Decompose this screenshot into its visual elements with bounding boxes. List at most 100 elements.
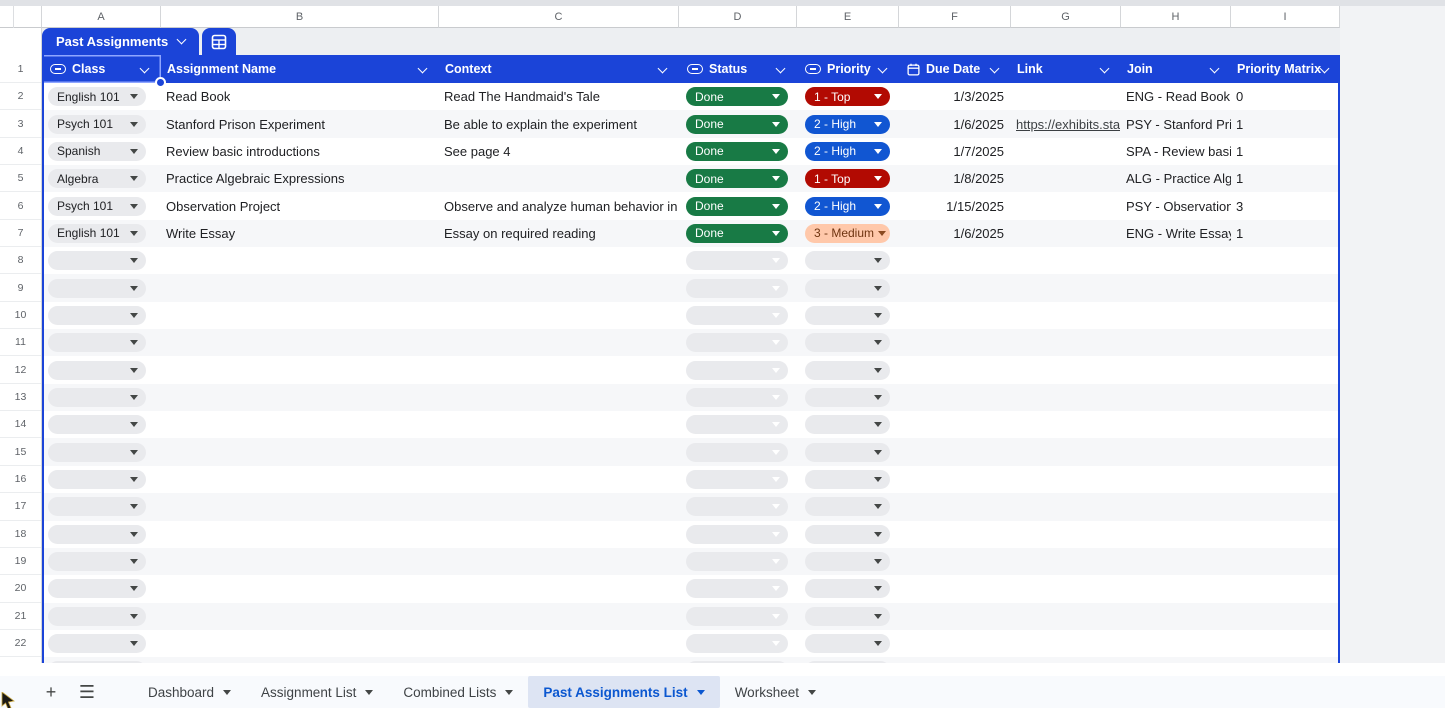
row-number-19[interactable]: 19 (0, 548, 41, 575)
column-letter-b[interactable]: B (161, 6, 439, 28)
row-number-11[interactable]: 11 (0, 329, 41, 356)
cell-link[interactable] (1011, 192, 1121, 219)
cell-priority-matrix[interactable] (1231, 247, 1340, 274)
sheet-tab-worksheet[interactable]: Worksheet (720, 676, 831, 708)
sheet-tab-menu-arrow-icon[interactable] (505, 690, 513, 695)
status-chip[interactable] (686, 470, 788, 489)
cell-class[interactable] (42, 247, 161, 274)
cell-context[interactable]: Read The Handmaid's Tale (439, 83, 679, 110)
chevron-down-icon[interactable] (878, 63, 888, 73)
cell-priority-matrix[interactable] (1231, 466, 1340, 493)
priority-chip[interactable] (805, 388, 890, 407)
row-number-18[interactable]: 18 (0, 521, 41, 548)
chevron-down-icon[interactable] (776, 63, 786, 73)
column-header-due-date[interactable]: Due Date (899, 55, 1011, 83)
cell-context[interactable]: See page 4 (439, 138, 679, 165)
status-chip[interactable] (686, 251, 788, 270)
cell-link[interactable] (1011, 493, 1121, 520)
cell-assignment-name[interactable]: Stanford Prison Experiment (161, 110, 439, 137)
class-chip[interactable]: Spanish (48, 142, 146, 161)
cell-status[interactable] (679, 356, 797, 383)
cell-status[interactable] (679, 575, 797, 602)
cell-assignment-name[interactable]: Practice Algebraic Expressions (161, 165, 439, 192)
cell-priority-matrix[interactable] (1231, 438, 1340, 465)
column-letter-a[interactable]: A (42, 6, 161, 28)
cell-priority-matrix[interactable]: 1 (1231, 138, 1340, 165)
cell-status[interactable] (679, 493, 797, 520)
row-number-4[interactable]: 4 (0, 138, 41, 165)
class-chip[interactable] (48, 579, 146, 598)
class-chip[interactable] (48, 251, 146, 270)
chevron-down-icon[interactable] (177, 35, 187, 45)
cell-priority-matrix[interactable]: 1 (1231, 165, 1340, 192)
cell-class[interactable]: Psych 101 (42, 192, 161, 219)
cell-join[interactable] (1121, 411, 1231, 438)
cell-class[interactable]: Algebra (42, 165, 161, 192)
cell-priority[interactable] (797, 466, 899, 493)
class-chip[interactable] (48, 306, 146, 325)
cell-join[interactable]: ALG - Practice Alge (1121, 165, 1231, 192)
class-chip[interactable]: English 101 (48, 87, 146, 106)
cell-link[interactable] (1011, 138, 1121, 165)
status-chip[interactable] (686, 279, 788, 298)
cell-due-date[interactable] (899, 548, 1011, 575)
priority-chip[interactable]: 1 - Top (805, 87, 890, 106)
sheet-tab-dashboard[interactable]: Dashboard (133, 676, 246, 708)
cell-link[interactable] (1011, 165, 1121, 192)
priority-chip[interactable]: 2 - High (805, 142, 890, 161)
cell-context[interactable] (439, 630, 679, 657)
cell-priority[interactable] (797, 411, 899, 438)
cell-context[interactable] (439, 521, 679, 548)
cell-join[interactable] (1121, 575, 1231, 602)
cell-priority-matrix[interactable] (1231, 384, 1340, 411)
cell-due-date[interactable] (899, 329, 1011, 356)
select-all-corner[interactable] (0, 6, 42, 28)
cell-priority[interactable]: 2 - High (797, 138, 899, 165)
column-letter-g[interactable]: G (1011, 6, 1121, 28)
row-number-3[interactable]: 3 (0, 110, 41, 137)
status-chip[interactable] (686, 306, 788, 325)
cell-priority-matrix[interactable] (1231, 521, 1340, 548)
cell-status[interactable]: Done (679, 83, 797, 110)
priority-chip[interactable] (805, 361, 890, 380)
cell-class[interactable] (42, 438, 161, 465)
cell-join[interactable] (1121, 630, 1231, 657)
cell-priority-matrix[interactable]: 3 (1231, 192, 1340, 219)
column-header-assignment-name[interactable]: Assignment Name (161, 55, 439, 83)
priority-chip[interactable] (805, 443, 890, 462)
cell-assignment-name[interactable]: Write Essay (161, 220, 439, 247)
row-number-16[interactable]: 16 (0, 466, 41, 493)
cell-class[interactable]: Spanish (42, 138, 161, 165)
table-name-tab[interactable]: Past Assignments (42, 28, 199, 55)
class-chip[interactable] (48, 443, 146, 462)
cell-context[interactable] (439, 384, 679, 411)
cell-link[interactable] (1011, 575, 1121, 602)
class-chip[interactable]: Psych 101 (48, 197, 146, 216)
cell-link[interactable]: https://exhibits.sta (1011, 110, 1121, 137)
cell-class[interactable]: Psych 101 (42, 110, 161, 137)
cell-due-date[interactable] (899, 603, 1011, 630)
cell-class[interactable] (42, 411, 161, 438)
cell-link[interactable] (1011, 521, 1121, 548)
cell-due-date[interactable] (899, 521, 1011, 548)
row-number-1[interactable]: 1 (0, 55, 41, 83)
status-chip[interactable] (686, 333, 788, 352)
priority-chip[interactable] (805, 525, 890, 544)
sheet-tab-menu-arrow-icon[interactable] (365, 690, 373, 695)
chevron-down-icon[interactable] (1210, 63, 1220, 73)
cell-class[interactable] (42, 384, 161, 411)
cell-link[interactable] (1011, 411, 1121, 438)
cell-context[interactable] (439, 603, 679, 630)
cell-priority[interactable]: 3 - Medium (797, 220, 899, 247)
row-number-15[interactable]: 15 (0, 438, 41, 465)
cell-class[interactable] (42, 548, 161, 575)
cell-join[interactable] (1121, 247, 1231, 274)
status-chip[interactable] (686, 388, 788, 407)
cell-status[interactable] (679, 521, 797, 548)
priority-chip[interactable] (805, 333, 890, 352)
cell-priority[interactable] (797, 603, 899, 630)
cell-priority[interactable] (797, 630, 899, 657)
cell-priority-matrix[interactable] (1231, 603, 1340, 630)
column-header-priority-matrix[interactable]: Priority Matrix (1231, 55, 1340, 83)
row-number-14[interactable]: 14 (0, 411, 41, 438)
